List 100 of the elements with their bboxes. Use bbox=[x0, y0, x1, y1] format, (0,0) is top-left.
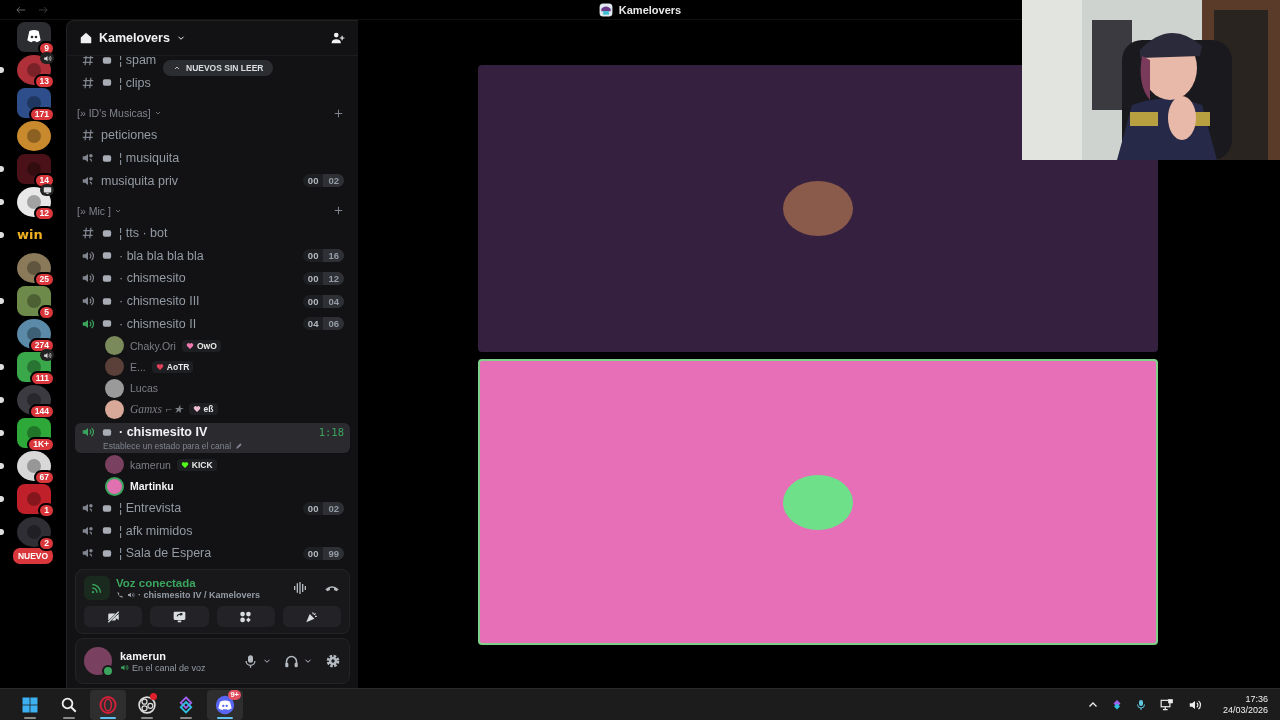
activities-icon bbox=[238, 609, 254, 624]
home-button[interactable] bbox=[17, 22, 51, 52]
stage-speaker-icon bbox=[81, 501, 95, 515]
network-icon[interactable] bbox=[1158, 697, 1175, 712]
voice-user[interactable]: Lucas bbox=[75, 377, 350, 399]
voice-user[interactable]: Gamxs ⌐★ eß bbox=[75, 398, 350, 421]
server-name[interactable]: Kamelovers bbox=[99, 31, 170, 45]
soundboard-icon bbox=[304, 609, 320, 624]
search-icon bbox=[60, 695, 78, 714]
count-badge: 171 bbox=[28, 107, 55, 122]
hash-icon bbox=[81, 75, 95, 90]
channel-name[interactable]: · chismesito bbox=[119, 271, 186, 286]
unread-pill[interactable]: NUEVOS SIN LEER bbox=[163, 60, 274, 76]
user-name: Gamxs ⌐★ bbox=[130, 402, 183, 417]
call-timer: 1:18 bbox=[318, 426, 344, 439]
home-icon bbox=[79, 31, 93, 45]
tag-label: OwO bbox=[196, 340, 217, 351]
server-wordmark[interactable]: win bbox=[17, 220, 51, 250]
count-badge: 111 bbox=[29, 371, 55, 386]
channel-name[interactable]: ¦ clips bbox=[119, 75, 151, 90]
user-count: 12 bbox=[323, 271, 344, 285]
channel-name[interactable]: · chismesito III bbox=[119, 294, 200, 309]
microphone-icon[interactable] bbox=[1134, 697, 1147, 712]
user-name: E... bbox=[130, 360, 146, 373]
channel-name[interactable]: musiquita priv bbox=[101, 173, 179, 188]
online-status-dot bbox=[102, 665, 114, 677]
channel-name[interactable]: ¦ tts · bot bbox=[119, 226, 168, 241]
voice-user[interactable]: Martinku bbox=[75, 475, 350, 497]
user-count: 00 bbox=[306, 501, 320, 515]
clock-date: 24/03/2026 bbox=[1222, 704, 1268, 716]
user-count: 00 bbox=[306, 546, 320, 560]
screen-share-icon bbox=[171, 609, 187, 624]
channel-name[interactable]: · chismesito II bbox=[119, 316, 197, 331]
new-badge[interactable]: NUEVO bbox=[10, 546, 56, 566]
clock-time: 17:36 bbox=[1245, 693, 1268, 705]
microphone-icon[interactable] bbox=[243, 653, 258, 669]
voice-user[interactable]: E... AoTR bbox=[75, 356, 350, 378]
back-arrow-icon[interactable] bbox=[14, 4, 28, 15]
user-count: 16 bbox=[323, 249, 344, 263]
user-name: kamerun bbox=[120, 649, 167, 662]
video-tile[interactable] bbox=[478, 359, 1158, 645]
video-tile[interactable] bbox=[478, 65, 1158, 352]
voice-user[interactable]: Chaky.Ori OwO bbox=[75, 334, 350, 357]
category-label[interactable]: [» ID's Musicas] bbox=[77, 107, 151, 120]
user-name: Martinku bbox=[130, 480, 174, 493]
server-icon[interactable] bbox=[17, 121, 51, 151]
channel-name[interactable]: · bla bla bla bla bbox=[119, 248, 204, 263]
windows-icon bbox=[21, 695, 39, 714]
channel-item[interactable]: · chismesito IV 1:18 Establece un estado para el canal bbox=[75, 423, 350, 454]
user-count: 06 bbox=[323, 317, 344, 331]
screen-share-button[interactable] bbox=[150, 606, 209, 627]
user-count: 00 bbox=[306, 271, 320, 285]
count-badge: 12 bbox=[33, 206, 55, 221]
channel-name[interactable]: ¦ Entrevista bbox=[119, 501, 182, 515]
channel-name[interactable]: ¦ afk mimidos bbox=[119, 523, 193, 538]
camera-off-icon bbox=[105, 609, 121, 624]
user-status: En el canal de voz bbox=[132, 662, 206, 673]
settings-icon[interactable] bbox=[325, 653, 341, 669]
add-user-icon[interactable] bbox=[330, 31, 346, 45]
voice-status: Voz conectada bbox=[116, 576, 197, 589]
server-icon bbox=[598, 3, 613, 17]
unread-label: NUEVOS SIN LEER bbox=[186, 63, 264, 73]
ring-icon bbox=[98, 694, 118, 715]
server-icon[interactable] bbox=[17, 286, 51, 316]
channel-name[interactable]: ¦ Sala de Espera bbox=[119, 546, 212, 561]
connection-button[interactable] bbox=[84, 576, 110, 600]
activities-button[interactable] bbox=[216, 606, 275, 627]
pencil-icon[interactable] bbox=[235, 441, 244, 450]
user-avatar[interactable] bbox=[84, 647, 112, 675]
user-name: Chaky.Ori bbox=[130, 339, 176, 352]
user-count: 00 bbox=[306, 294, 320, 308]
voice-channel-path[interactable]: · chismesito IV / Kamelovers bbox=[138, 589, 261, 600]
count-badge: 1 bbox=[38, 503, 55, 518]
voice-user[interactable]: kamerun KICK bbox=[75, 454, 350, 476]
user-count: 00 bbox=[306, 249, 320, 263]
category-label[interactable]: [» Mic ] bbox=[77, 204, 111, 217]
tag-label: eß bbox=[203, 404, 214, 415]
waveform-icon[interactable] bbox=[291, 580, 309, 596]
camera-button[interactable] bbox=[84, 606, 143, 627]
server-icon[interactable] bbox=[17, 253, 51, 283]
taskbar-button[interactable] bbox=[90, 689, 126, 720]
channel-name: · chismesito IV bbox=[119, 425, 208, 440]
plus-icon[interactable] bbox=[333, 205, 344, 217]
window-title: Kamelovers bbox=[618, 4, 682, 16]
clock[interactable]: 17:36 24/03/2026 bbox=[1222, 693, 1268, 716]
user-count: 02 bbox=[323, 174, 344, 188]
diamond-icon bbox=[177, 695, 195, 714]
channel-name[interactable]: ¦ musiquita bbox=[119, 151, 180, 166]
record-software-icon bbox=[137, 694, 157, 715]
signal-icon bbox=[90, 581, 104, 595]
user-count: 00 bbox=[306, 174, 320, 188]
channel-name[interactable]: peticiones bbox=[101, 128, 158, 143]
soundboard-button[interactable] bbox=[282, 606, 341, 627]
tag-label: KICK bbox=[191, 459, 213, 470]
plus-icon[interactable] bbox=[333, 107, 344, 119]
hash-icon bbox=[81, 56, 95, 68]
channel-name[interactable]: ¦ spam bbox=[119, 56, 157, 68]
headset-icon[interactable] bbox=[284, 653, 299, 669]
speaker-icon bbox=[120, 663, 129, 672]
hash-icon bbox=[81, 128, 95, 143]
